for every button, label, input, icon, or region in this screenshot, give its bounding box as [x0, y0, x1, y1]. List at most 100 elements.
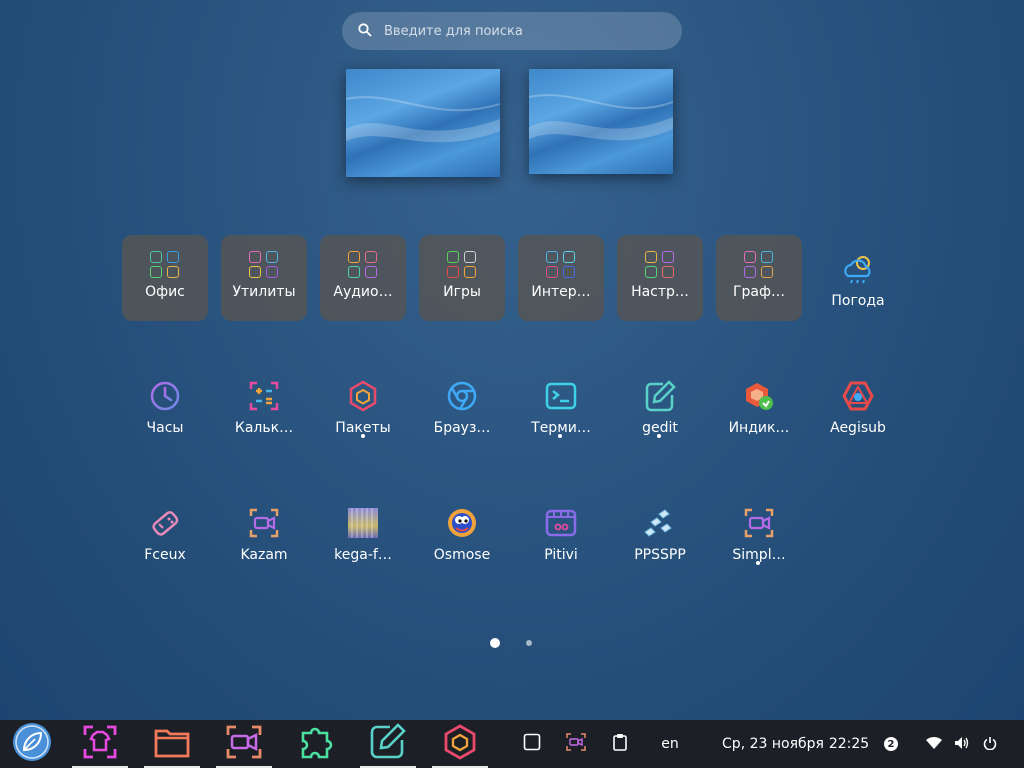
- folder-label: Аудио…: [333, 284, 393, 300]
- app-kazam[interactable]: Kazam: [221, 489, 307, 575]
- taskbar-app-1[interactable]: [72, 720, 128, 768]
- app-label: Kazam: [240, 547, 288, 563]
- keyboard-layout-indicator[interactable]: en: [654, 720, 686, 768]
- taskbar-app-4[interactable]: [288, 720, 344, 768]
- clock-icon: [147, 378, 183, 414]
- kega-icon: [345, 505, 381, 541]
- update-indicator-icon: [741, 378, 777, 414]
- folder-games-icon: [446, 251, 478, 278]
- calculator-icon: [246, 378, 282, 414]
- keyboard-layout-label: en: [661, 736, 679, 752]
- app-indicator[interactable]: Индик…: [716, 362, 802, 448]
- search-bar[interactable]: [342, 12, 682, 50]
- app-osmose[interactable]: Osmose: [419, 489, 505, 575]
- wifi-button[interactable]: [922, 720, 946, 768]
- date-label: Ср, 23 ноября: [722, 736, 824, 752]
- app-kega-fusion[interactable]: kega-f…: [320, 489, 406, 575]
- folder-settings-icon: [644, 251, 676, 278]
- app-label: Погода: [831, 293, 885, 309]
- app-weather[interactable]: Погода: [815, 235, 901, 321]
- running-indicator: [558, 434, 562, 438]
- app-ppsspp[interactable]: PPSSPP: [617, 489, 703, 575]
- app-label: Aegisub: [830, 420, 886, 436]
- search-icon: [358, 22, 372, 41]
- running-indicator: [361, 434, 365, 438]
- workspace-thumbnail-2[interactable]: [529, 69, 673, 174]
- folder-label: Утилиты: [232, 284, 296, 300]
- taskbar-app-3[interactable]: [216, 720, 272, 768]
- folder-graphics[interactable]: Граф…: [716, 235, 802, 321]
- page-dot[interactable]: [526, 640, 532, 646]
- app-label: Кальк…: [234, 420, 294, 436]
- gamepad-icon: [147, 505, 183, 541]
- taskbar-app-2[interactable]: [144, 720, 200, 768]
- app-label: Osmose: [433, 547, 491, 563]
- folder-label: Игры: [443, 284, 481, 300]
- browser-icon: [444, 378, 480, 414]
- screen-recorder-icon: [246, 505, 282, 541]
- app-browser[interactable]: Брауз…: [419, 362, 505, 448]
- folder-icon: [152, 723, 192, 765]
- app-label: kega-f…: [334, 547, 392, 563]
- tray-screen-recorder[interactable]: [562, 720, 590, 768]
- app-fceux[interactable]: Fceux: [122, 489, 208, 575]
- package-icon: [345, 378, 381, 414]
- folder-graphics-icon: [743, 251, 775, 278]
- app-label: Индик…: [728, 420, 790, 436]
- folder-internet-icon: [545, 251, 577, 278]
- taskbar-app-6[interactable]: [432, 720, 488, 768]
- date-display[interactable]: Ср, 23 ноября: [720, 720, 826, 768]
- folder-internet[interactable]: Интер…: [518, 235, 604, 321]
- app-clock[interactable]: Часы: [122, 362, 208, 448]
- clock-display[interactable]: 22:25: [826, 720, 872, 768]
- package-icon: [441, 723, 479, 765]
- folder-settings[interactable]: Настр…: [617, 235, 703, 321]
- search-input[interactable]: [382, 22, 666, 40]
- volume-icon: [954, 735, 970, 754]
- folder-label: Настр…: [631, 284, 689, 300]
- ppsspp-icon: [642, 505, 678, 541]
- puzzle-icon: [297, 723, 335, 765]
- folder-utilities-icon: [248, 251, 280, 278]
- terminal-icon: [543, 378, 579, 414]
- app-aegisub[interactable]: Aegisub: [815, 362, 901, 448]
- volume-button[interactable]: [950, 720, 974, 768]
- folder-office-icon: [149, 251, 181, 278]
- power-button[interactable]: [978, 720, 1002, 768]
- clipboard-icon: [612, 733, 628, 755]
- edit-icon: [368, 723, 408, 765]
- wifi-icon: [925, 735, 943, 754]
- video-editor-icon: [543, 505, 579, 541]
- tray-show-windows[interactable]: [518, 720, 546, 768]
- folder-audio[interactable]: Аудио…: [320, 235, 406, 321]
- taskbar-app-5[interactable]: [360, 720, 416, 768]
- tray-clipboard[interactable]: [606, 720, 634, 768]
- app-pitivi[interactable]: Pitivi: [518, 489, 604, 575]
- screen-recorder-icon: [224, 723, 264, 765]
- folder-label: Офис: [145, 284, 185, 300]
- notification-badge: 2: [884, 737, 898, 751]
- app-label: PPSSPP: [634, 547, 686, 563]
- start-menu-button[interactable]: [4, 720, 60, 768]
- app-label: Часы: [146, 420, 184, 436]
- page-dot-active[interactable]: [490, 638, 500, 648]
- app-label: Fceux: [144, 547, 186, 563]
- start-menu-icon: [12, 722, 52, 766]
- shirt-icon: [81, 723, 119, 765]
- folder-label: Граф…: [733, 284, 785, 300]
- running-indicator: [657, 434, 661, 438]
- workspace-thumbnail-1[interactable]: [346, 69, 500, 177]
- notifications-button[interactable]: 2: [880, 720, 902, 768]
- osmose-icon: [444, 505, 480, 541]
- time-label: 22:25: [828, 736, 870, 752]
- folder-office[interactable]: Офис: [122, 235, 208, 321]
- folder-games[interactable]: Игры: [419, 235, 505, 321]
- folder-utilities[interactable]: Утилиты: [221, 235, 307, 321]
- folder-audio-icon: [347, 251, 379, 278]
- screen-recorder-icon: [566, 733, 586, 755]
- edit-icon: [642, 378, 678, 414]
- power-icon: [983, 735, 997, 754]
- weather-icon: [840, 251, 876, 287]
- aegisub-icon: [840, 378, 876, 414]
- app-calculator[interactable]: Кальк…: [221, 362, 307, 448]
